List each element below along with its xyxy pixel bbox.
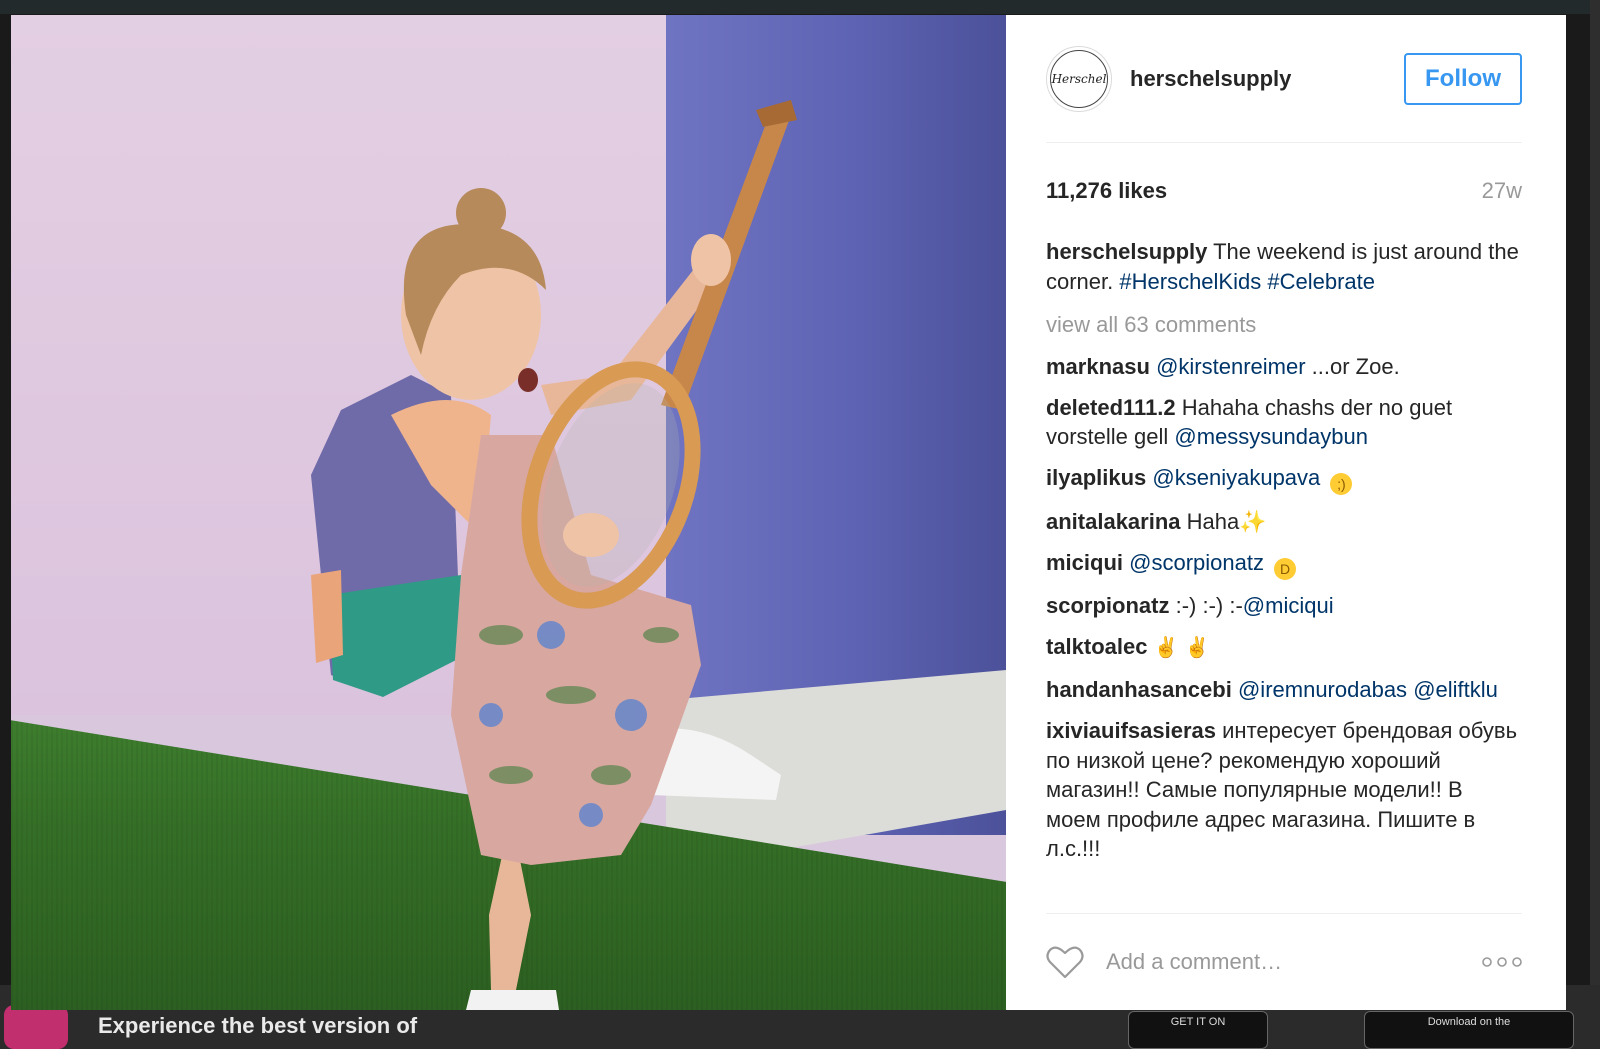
comment: miciqui @scorpionatz D: [1046, 548, 1522, 580]
app-store-badge[interactable]: Download on the: [1364, 1011, 1574, 1049]
caption-username[interactable]: herschelsupply: [1046, 239, 1207, 264]
background-page-edge: [1590, 0, 1600, 1049]
heart-icon[interactable]: [1046, 945, 1084, 979]
comment-text: :-) :-) :-: [1175, 593, 1243, 618]
hashtag-link[interactable]: #HerschelKids: [1119, 269, 1261, 294]
follow-button[interactable]: Follow: [1404, 52, 1522, 105]
header-username[interactable]: herschelsupply: [1130, 66, 1404, 92]
avatar[interactable]: Herschel: [1046, 45, 1112, 112]
mention-link[interactable]: @miciqui: [1243, 593, 1334, 618]
comment-input[interactable]: [1106, 949, 1482, 975]
mention-link[interactable]: @messysundaybun: [1174, 424, 1368, 449]
mention-link[interactable]: @scorpionatz: [1129, 550, 1264, 575]
comment-username[interactable]: handanhasancebi: [1046, 677, 1232, 702]
post-modal: Herschel herschelsupply Follow 11,276 li…: [11, 15, 1566, 1010]
photo-girl-illustration: [311, 100, 797, 1010]
comments-list[interactable]: herschelsupply The weekend is just aroun…: [1046, 237, 1522, 905]
mention-link[interactable]: @kseniyakupava: [1152, 465, 1320, 490]
comment: ixiviauifsasieras интересует брендовая о…: [1046, 716, 1522, 864]
comment-username[interactable]: marknasu: [1046, 354, 1150, 379]
comment: ilyaplikus @kseniyakupava ;): [1046, 463, 1522, 495]
post-meta: 11,276 likes 27w: [1046, 143, 1522, 239]
post-age[interactable]: 27w: [1482, 178, 1522, 204]
mention-link[interactable]: @kirstenreimer: [1156, 354, 1305, 379]
mention-link[interactable]: @eliftklu: [1413, 677, 1498, 702]
comment-username[interactable]: deleted111.2: [1046, 395, 1176, 420]
comment-text: Haha: [1186, 508, 1240, 534]
comment-username[interactable]: ixiviauifsasieras: [1046, 718, 1216, 743]
comment: deleted111.2 Hahaha chashs der no guet v…: [1046, 393, 1522, 452]
avatar-logo-text: Herschel: [1051, 71, 1107, 86]
comment: anitalakarina Haha✨: [1046, 507, 1522, 537]
comment: marknasu @kirstenreimer ...or Zoe.: [1046, 352, 1522, 382]
instagram-logo-icon: [4, 1005, 68, 1049]
comment-username[interactable]: talktoalec: [1046, 634, 1148, 659]
wink-emoji-icon: ;): [1330, 473, 1353, 495]
sign-of-horns-emoji-icon: ✌: [1184, 637, 1210, 659]
caption: herschelsupply The weekend is just aroun…: [1046, 237, 1522, 296]
mention-link[interactable]: @iremnurodabas: [1238, 677, 1407, 702]
comment-username[interactable]: miciqui: [1046, 550, 1123, 575]
app-store-label: Download on the: [1427, 1016, 1511, 1028]
avatar-logo: Herschel: [1050, 49, 1108, 108]
sparkles-emoji-icon: ✨: [1239, 508, 1267, 534]
post-header: Herschel herschelsupply Follow: [1046, 15, 1522, 143]
ellipsis-icon: [1482, 956, 1522, 967]
promo-text: Experience the best version of: [98, 1013, 418, 1038]
background-page-top: [0, 0, 1600, 14]
post-side-panel: Herschel herschelsupply Follow 11,276 li…: [1006, 15, 1566, 1010]
google-play-badge[interactable]: GET IT ON: [1128, 1011, 1268, 1049]
comment-bar: [1046, 913, 1522, 1010]
more-options-icon[interactable]: [1482, 952, 1522, 973]
view-all-comments-link[interactable]: view all 63 comments: [1046, 310, 1522, 340]
comment: scorpionatz :-) :-) :-@miciqui: [1046, 591, 1522, 621]
comment-username[interactable]: ilyaplikus: [1046, 465, 1146, 490]
post-photo[interactable]: [11, 15, 1006, 1010]
tears-of-joy-emoji-icon: D: [1274, 557, 1297, 580]
hashtag-link[interactable]: #Celebrate: [1267, 269, 1375, 294]
sign-of-horns-emoji-icon: ✌: [1153, 637, 1179, 659]
comment-username[interactable]: anitalakarina: [1046, 509, 1181, 534]
comment-username[interactable]: scorpionatz: [1046, 593, 1169, 618]
comment-text: ...or Zoe.: [1311, 353, 1400, 379]
comment: talktoalec ✌ ✌: [1046, 632, 1522, 664]
likes-count[interactable]: 11,276 likes: [1046, 178, 1167, 204]
comment: handanhasancebi @iremnurodabas @eliftklu: [1046, 675, 1522, 705]
google-play-label: GET IT ON: [1170, 1016, 1226, 1028]
